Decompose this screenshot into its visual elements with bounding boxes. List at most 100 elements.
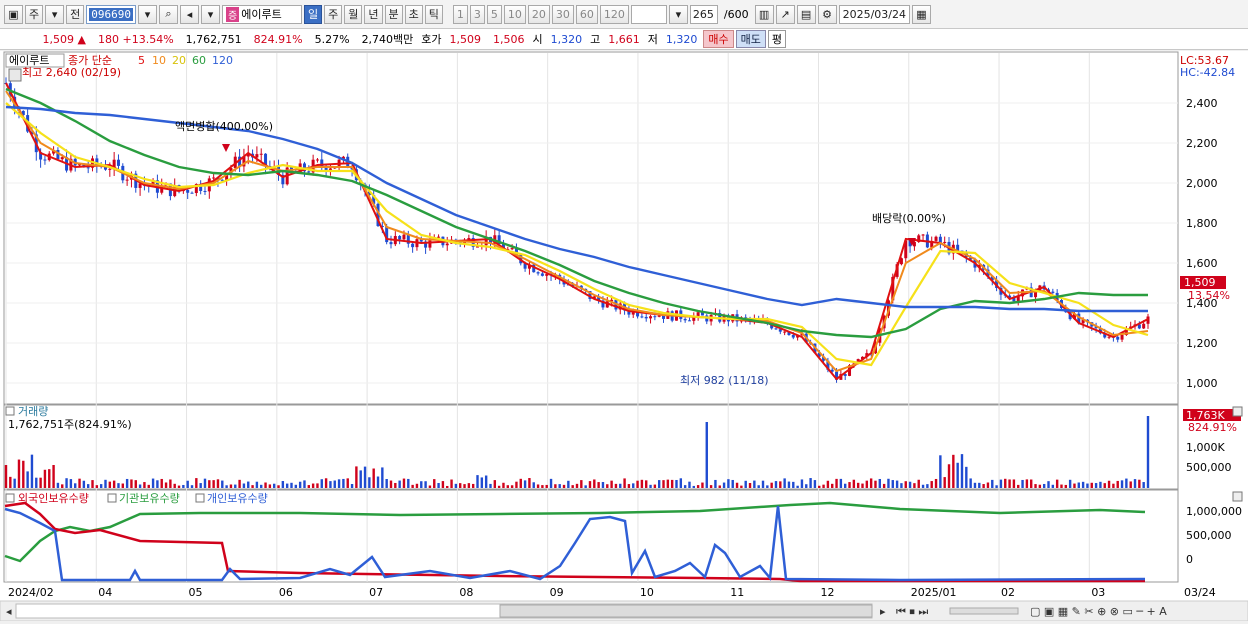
volume-bar (17, 459, 21, 488)
tab-interval-5[interactable]: 5 (486, 4, 502, 24)
tab-interval-30[interactable]: 30 (551, 4, 574, 24)
save-icon[interactable]: ▤ (796, 4, 816, 24)
type-select[interactable]: 주 (25, 4, 44, 24)
code-dropdown-icon[interactable]: ▾ (138, 4, 157, 24)
tab-period-day[interactable]: 일 (304, 4, 323, 24)
volume-bar (221, 480, 224, 488)
volume-bar (670, 479, 674, 488)
tab-period-year[interactable]: 년 (364, 4, 383, 24)
candle-body (1120, 335, 1124, 340)
buy-button[interactable]: 매수 (703, 30, 734, 48)
interval-input[interactable] (630, 4, 667, 24)
volume-bar (290, 482, 293, 488)
holding-panel[interactable] (3, 489, 1179, 583)
panel-close-icon[interactable] (1232, 491, 1243, 502)
panel-checkbox[interactable] (195, 493, 205, 503)
toolbox-icons[interactable]: ▢ ▣ ▦ ✎ ✂ ⊕ ⊗ ▭ ─ + A (1030, 605, 1167, 618)
volume-bar (264, 482, 267, 488)
ma-period-20: 20 (172, 54, 186, 67)
date-input[interactable]: 2025/03/24 (838, 4, 910, 24)
chart-area[interactable]: 2024/02 04 05 06 07 08 09 10 11 12 2025/01 02 03 03/2… (0, 51, 1248, 622)
calendar-icon[interactable]: ▦ (911, 4, 931, 24)
volume-bar (818, 485, 821, 488)
scroll-right-icon[interactable]: ▸ (880, 605, 886, 618)
tab-interval-10[interactable]: 10 (503, 4, 526, 24)
volume-bar (307, 485, 311, 488)
volume-bar (800, 479, 804, 488)
scroll-thumb[interactable] (499, 604, 873, 618)
panel-checkbox[interactable] (5, 493, 15, 503)
draw-icon[interactable]: ↗ (775, 4, 795, 24)
volume-bar (459, 483, 462, 488)
volume-bar (861, 483, 864, 488)
scroll-left-icon[interactable]: ◂ (6, 605, 12, 618)
hc-value: HC:-42.84 (1180, 66, 1235, 79)
volume-bar (86, 484, 90, 488)
volume-bar (1042, 483, 1046, 488)
chevron-down-icon[interactable]: ▾ (668, 4, 688, 24)
speaker-icon[interactable]: ◂ (180, 4, 199, 24)
volume-bar (333, 480, 336, 488)
zoom-slider[interactable] (949, 607, 1019, 615)
volume-bar (471, 483, 475, 488)
volume-bar (895, 480, 899, 488)
tab-period-month[interactable]: 월 (344, 4, 363, 24)
tab-period-week[interactable]: 주 (324, 4, 343, 24)
volume-bar (35, 477, 38, 488)
tab-interval-20[interactable]: 20 (527, 4, 550, 24)
volume-bar (450, 479, 453, 488)
play-controls-icon[interactable]: ⏮ ⏹ ⏭ (896, 605, 928, 618)
volume-bar (740, 485, 743, 488)
tab-interval-1[interactable]: 1 (452, 4, 468, 24)
tab-interval-120[interactable]: 120 (599, 4, 629, 24)
volume-bar (657, 480, 661, 488)
volume-bar (965, 466, 968, 488)
tab-period-second[interactable]: 초 (404, 4, 423, 24)
x-tick-label: 04 (98, 586, 112, 599)
price-panel[interactable] (3, 51, 1179, 405)
tab-interval-3[interactable]: 3 (469, 4, 485, 24)
volume-bar (1021, 479, 1024, 488)
volume-bar (1103, 483, 1106, 488)
flat-button[interactable]: 평 (767, 30, 787, 48)
calculator-icon[interactable] (8, 68, 22, 82)
volume-bar (156, 480, 159, 488)
code-input[interactable]: 096690 (86, 4, 136, 24)
volume-bar (311, 483, 315, 488)
tab-period-tick[interactable]: 틱 (424, 4, 443, 24)
volume-bar (186, 480, 189, 488)
volume-bar (575, 483, 579, 488)
volume-bar (640, 479, 644, 488)
volume-bar (653, 484, 657, 488)
gear-icon[interactable]: ⚙ (817, 4, 837, 24)
tab-period-minute[interactable]: 분 (384, 4, 403, 24)
volume-panel[interactable] (3, 404, 1179, 490)
quote-low: 1,320 (665, 32, 698, 46)
panel-checkbox[interactable] (107, 493, 117, 503)
candle-body (445, 243, 449, 246)
prev-button[interactable]: 전 (66, 4, 85, 24)
panel-close-icon[interactable] (1232, 406, 1243, 417)
volume-bar (545, 484, 548, 488)
candle-body (540, 273, 544, 276)
volume-bar (484, 475, 488, 488)
tab-interval-60[interactable]: 60 (575, 4, 598, 24)
candle-icon[interactable]: ▥ (754, 4, 774, 24)
candle-body (934, 236, 938, 241)
candle-body (108, 168, 112, 170)
volume-bar (891, 480, 894, 488)
search-icon[interactable]: ⌕ (159, 4, 178, 24)
ma-period-120: 120 (212, 54, 233, 67)
volume-bar (822, 484, 825, 488)
holding-tick-label: 500,000 (1186, 529, 1232, 542)
volume-bar (1081, 481, 1085, 488)
sell-button[interactable]: 매도 (735, 30, 766, 48)
volume-bar (182, 484, 185, 488)
window-icon[interactable]: ▣ (4, 4, 23, 24)
chevron-down-icon[interactable]: ▾ (45, 4, 65, 24)
chart-svg[interactable]: 2024/02 04 05 06 07 08 09 10 11 12 2025/01 02 03 03/2… (0, 51, 1248, 622)
panel-checkbox[interactable] (5, 406, 15, 416)
stock-name-field[interactable]: 증 에이루트 (222, 4, 302, 24)
chevron-down-icon[interactable]: ▾ (201, 4, 220, 24)
count-input[interactable]: 265 (689, 4, 718, 24)
